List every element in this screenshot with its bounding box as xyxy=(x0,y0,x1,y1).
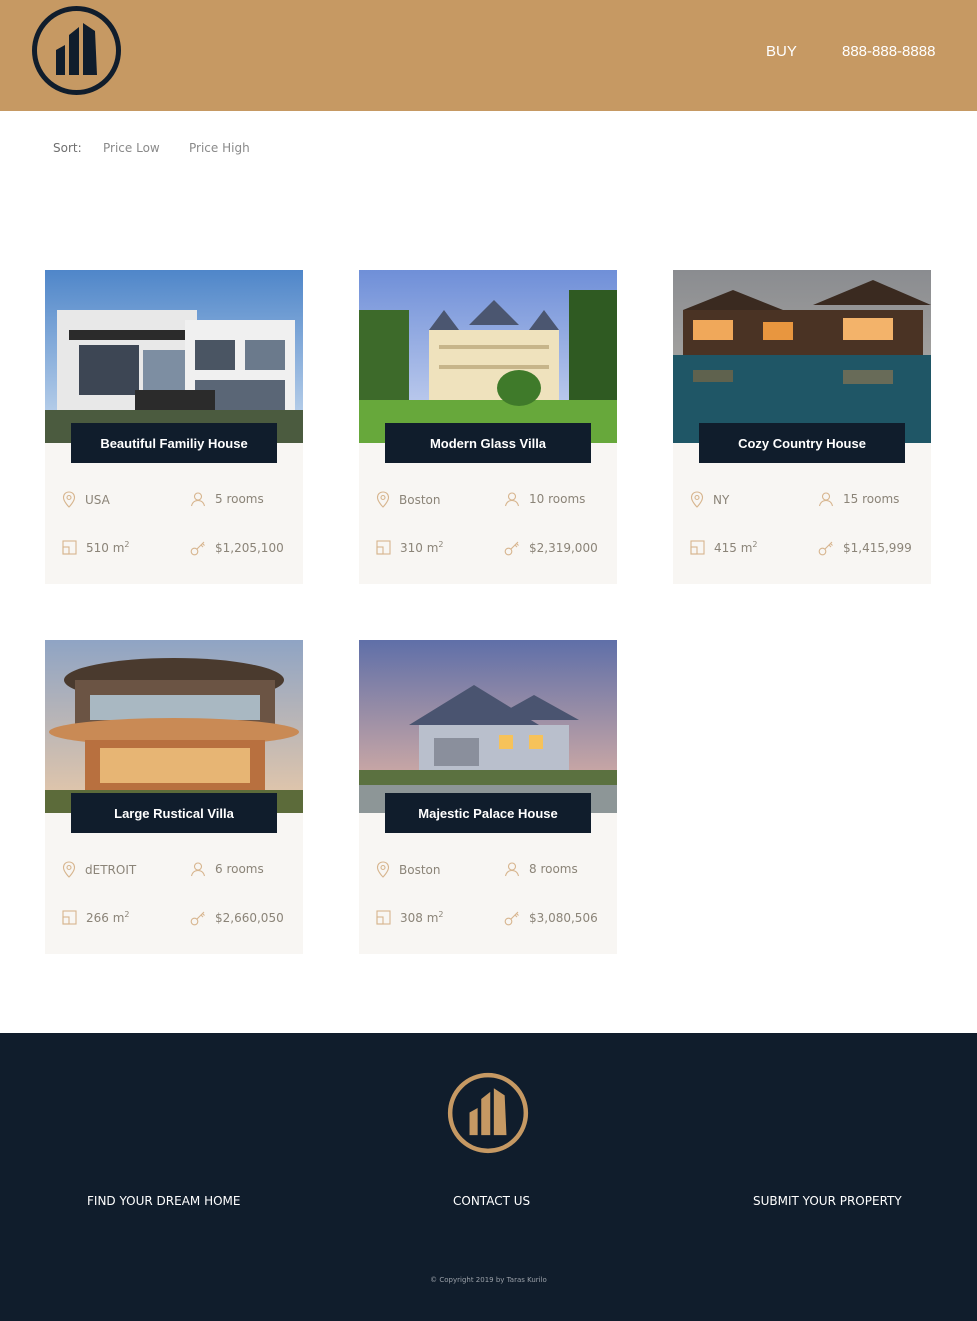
user-icon xyxy=(504,492,520,507)
area-icon xyxy=(376,910,391,925)
property-area: 510 m2 xyxy=(62,540,130,555)
property-price: $3,080,506 xyxy=(504,910,598,926)
location-text: Boston xyxy=(399,492,441,507)
rooms-text: 15 rooms xyxy=(843,492,900,506)
key-icon xyxy=(504,911,519,926)
property-price: $1,205,100 xyxy=(190,540,284,556)
property-price: $1,415,999 xyxy=(818,540,912,556)
map-pin-icon xyxy=(690,491,704,508)
property-card[interactable]: Modern Glass Villa Boston 10 rooms 310 m… xyxy=(359,270,617,584)
price-text: $3,080,506 xyxy=(529,911,598,925)
property-image xyxy=(359,640,617,813)
property-rooms: 10 rooms xyxy=(504,491,585,507)
property-area: 415 m2 xyxy=(690,540,758,555)
footer-link-contact[interactable]: CONTACT US xyxy=(453,1194,530,1208)
nav-buy-link[interactable]: BUY xyxy=(766,43,797,60)
property-card[interactable]: Large Rustical Villa dETROIT 6 rooms 266… xyxy=(45,640,303,954)
property-location: Boston xyxy=(376,861,440,878)
property-price: $2,319,000 xyxy=(504,540,598,556)
property-area: 310 m2 xyxy=(376,540,444,555)
area-icon xyxy=(62,910,77,925)
site-header: BUY 888-888-8888 xyxy=(0,0,977,111)
map-pin-icon xyxy=(62,491,76,508)
property-area: 308 m2 xyxy=(376,910,444,925)
price-text: $1,415,999 xyxy=(843,541,912,555)
property-location: Boston xyxy=(376,491,440,508)
sort-label: Sort: xyxy=(53,141,82,155)
area-icon xyxy=(376,540,391,555)
property-image xyxy=(359,270,617,443)
location-text: dETROIT xyxy=(85,862,137,877)
map-pin-icon xyxy=(62,861,76,878)
property-image xyxy=(673,270,931,443)
site-footer: FIND YOUR DREAM HOME CONTACT US SUBMIT Y… xyxy=(0,1033,977,1321)
sort-price-high-button[interactable]: Price High xyxy=(189,141,250,155)
property-title[interactable]: Modern Glass Villa xyxy=(385,423,591,463)
key-icon xyxy=(818,541,833,556)
copyright-text: © Copyright 2019 by Taras Kurilo xyxy=(430,1276,547,1284)
area-text: 310 m2 xyxy=(400,540,444,555)
user-icon xyxy=(190,492,206,507)
location-text: USA xyxy=(85,492,110,507)
property-area: 266 m2 xyxy=(62,910,130,925)
header-phone: 888-888-8888 xyxy=(842,43,936,60)
area-text: 308 m2 xyxy=(400,910,444,925)
building-logo-icon[interactable] xyxy=(447,1072,529,1154)
property-image xyxy=(45,640,303,813)
property-rooms: 15 rooms xyxy=(818,491,899,507)
property-title[interactable]: Majestic Palace House xyxy=(385,793,591,833)
map-pin-icon xyxy=(376,491,390,508)
rooms-text: 5 rooms xyxy=(215,492,264,506)
rooms-text: 8 rooms xyxy=(529,862,578,876)
location-text: Boston xyxy=(399,862,441,877)
area-text: 510 m2 xyxy=(86,540,130,555)
property-image xyxy=(45,270,303,443)
property-card[interactable]: Cozy Country House NY 15 rooms 415 m2 $1… xyxy=(673,270,931,584)
property-title[interactable]: Cozy Country House xyxy=(699,423,905,463)
price-text: $2,660,050 xyxy=(215,911,284,925)
property-card[interactable]: Beautiful Familiy House USA 5 rooms 510 … xyxy=(45,270,303,584)
map-pin-icon xyxy=(376,861,390,878)
area-icon xyxy=(690,540,705,555)
property-rooms: 6 rooms xyxy=(190,861,264,877)
building-logo-icon[interactable] xyxy=(31,5,122,96)
user-icon xyxy=(504,862,520,877)
property-card[interactable]: Majestic Palace House Boston 8 rooms 308… xyxy=(359,640,617,954)
rooms-text: 10 rooms xyxy=(529,492,586,506)
property-price: $2,660,050 xyxy=(190,910,284,926)
price-text: $2,319,000 xyxy=(529,541,598,555)
rooms-text: 6 rooms xyxy=(215,862,264,876)
user-icon xyxy=(190,862,206,877)
property-title[interactable]: Large Rustical Villa xyxy=(71,793,277,833)
footer-link-submit-property[interactable]: SUBMIT YOUR PROPERTY xyxy=(753,1194,902,1208)
user-icon xyxy=(818,492,834,507)
location-text: NY xyxy=(713,492,730,507)
footer-link-find-home[interactable]: FIND YOUR DREAM HOME xyxy=(87,1194,240,1208)
property-rooms: 8 rooms xyxy=(504,861,578,877)
area-icon xyxy=(62,540,77,555)
property-location: USA xyxy=(62,491,110,508)
price-text: $1,205,100 xyxy=(215,541,284,555)
sort-price-low-button[interactable]: Price Low xyxy=(103,141,160,155)
key-icon xyxy=(190,541,205,556)
property-location: dETROIT xyxy=(62,861,136,878)
key-icon xyxy=(190,911,205,926)
area-text: 415 m2 xyxy=(714,540,758,555)
area-text: 266 m2 xyxy=(86,910,130,925)
property-rooms: 5 rooms xyxy=(190,491,264,507)
property-title[interactable]: Beautiful Familiy House xyxy=(71,423,277,463)
property-location: NY xyxy=(690,491,729,508)
key-icon xyxy=(504,541,519,556)
